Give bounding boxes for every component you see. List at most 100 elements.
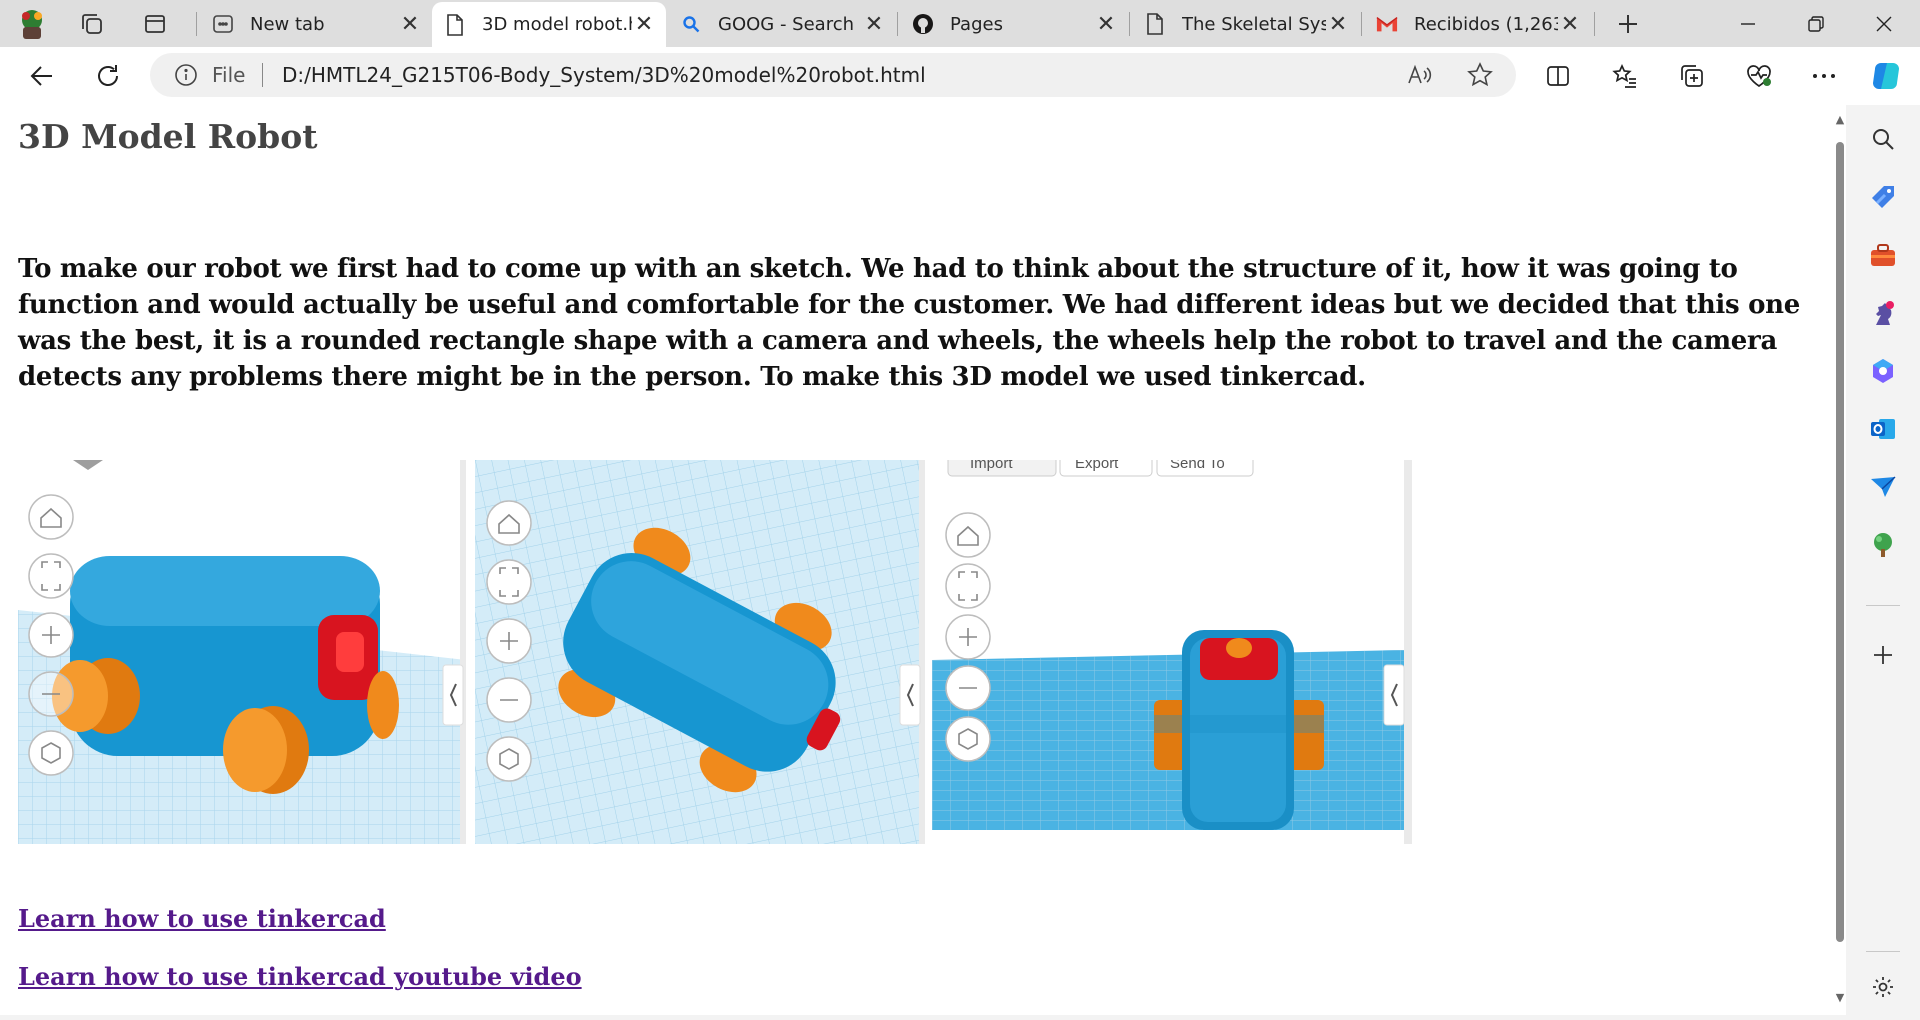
workspaces-icon <box>82 14 102 34</box>
close-icon[interactable]: ✕ <box>862 12 886 37</box>
favorite-star-icon[interactable] <box>1464 59 1496 91</box>
vertical-tabs-icon <box>145 15 165 33</box>
new-tab-page-icon <box>213 15 233 33</box>
minimize-icon <box>1741 22 1755 25</box>
tab-title: New tab <box>250 13 325 35</box>
favorites-list-icon <box>1612 63 1636 88</box>
address-divider <box>262 63 263 87</box>
tinkercad-screenshot-1 <box>18 460 466 844</box>
restore-button[interactable] <box>1786 0 1846 47</box>
close-icon[interactable]: ✕ <box>632 12 656 37</box>
refresh-button[interactable] <box>88 56 128 96</box>
tab-title: 3D model robot.html <box>482 14 632 35</box>
tab-separator <box>1129 12 1130 36</box>
sidebar-copilot-365-button[interactable] <box>1863 351 1903 391</box>
page-scrollbar[interactable]: ▲ ▼ <box>1834 112 1846 1010</box>
tinkercad-toolbar: Import Export Send To <box>947 460 1254 477</box>
collections-button[interactable] <box>1672 56 1712 96</box>
window-bottom-edge <box>0 1015 1846 1020</box>
split-screen-button[interactable] <box>1538 56 1578 96</box>
send-to-button: Send To <box>1170 460 1225 472</box>
browser-essentials-button[interactable] <box>1739 56 1779 96</box>
profile-button[interactable] <box>14 6 50 42</box>
collections-icon <box>1681 65 1703 87</box>
toolbox-icon <box>1871 244 1895 266</box>
sidebar-games-button[interactable] <box>1863 293 1903 333</box>
tab-3d-model-robot[interactable]: 3D model robot.html ✕ <box>432 2 666 47</box>
tab-new-tab[interactable]: New tab ✕ <box>200 4 432 44</box>
sidebar-tools-button[interactable] <box>1863 235 1903 275</box>
workspaces-button[interactable] <box>74 6 110 42</box>
address-url[interactable]: D:/HMTL24_G215T06-Body_System/3D%20model… <box>282 63 926 87</box>
tab-separator <box>1594 12 1595 36</box>
search-icon <box>1873 129 1894 150</box>
more-horizontal-icon <box>1813 74 1835 78</box>
browser-toolbar: File D:/HMTL24_G215T06-Body_System/3D%20… <box>0 47 1920 105</box>
scroll-down-arrow-icon[interactable]: ▼ <box>1834 992 1846 1004</box>
minimize-button[interactable] <box>1718 0 1778 47</box>
sidebar-send-button[interactable] <box>1863 467 1903 507</box>
paper-plane-icon <box>1871 476 1896 497</box>
tab-title: Pages <box>950 13 1003 35</box>
copilot-icon <box>1873 63 1899 89</box>
split-screen-icon <box>1547 66 1569 86</box>
site-info-icon[interactable] <box>174 63 198 91</box>
tab-separator <box>1361 12 1362 36</box>
sidebar-separator <box>1866 605 1900 606</box>
close-icon[interactable]: ✕ <box>1558 12 1582 37</box>
tab-gmail[interactable]: Recibidos (1,263) ✕ <box>1364 4 1592 44</box>
copilot-button[interactable] <box>1866 56 1906 96</box>
sidebar-search-button[interactable] <box>1863 119 1903 159</box>
address-bar[interactable]: File D:/HMTL24_G215T06-Body_System/3D%20… <box>150 53 1516 97</box>
back-arrow-icon <box>30 66 52 86</box>
tab-actions-button[interactable] <box>137 6 173 42</box>
shopping-tag-icon <box>1872 186 1894 208</box>
sidebar-shopping-button[interactable] <box>1863 177 1903 217</box>
chess-piece-icon <box>1876 301 1894 325</box>
sidebar-tree-button[interactable] <box>1863 525 1903 565</box>
tab-separator <box>897 12 898 36</box>
new-tab-button[interactable] <box>1610 6 1646 42</box>
read-aloud-icon[interactable] <box>1404 59 1436 91</box>
back-button[interactable] <box>22 56 62 96</box>
close-icon[interactable]: ✕ <box>1094 12 1118 37</box>
address-scheme-label: File <box>212 63 246 87</box>
scroll-up-arrow-icon[interactable]: ▲ <box>1834 114 1846 126</box>
tab-skeletal-system[interactable]: The Skeletal System ✕ <box>1132 4 1360 44</box>
gear-icon <box>1873 977 1893 997</box>
tab-title: Recibidos (1,263) <box>1414 13 1558 35</box>
file-icon <box>447 13 463 36</box>
tinkercad-tutorial-link[interactable]: Learn how to use tinkercad <box>18 904 386 933</box>
sidebar-settings-button[interactable] <box>1863 967 1903 1007</box>
tinkercad-youtube-link[interactable]: Learn how to use tinkercad youtube video <box>18 962 582 991</box>
sidebar-add-button[interactable] <box>1863 635 1903 675</box>
edge-sidebar <box>1846 105 1920 1020</box>
restore-icon <box>1808 15 1824 32</box>
heart-pulse-icon <box>1747 65 1771 88</box>
tree-icon <box>1874 533 1892 557</box>
settings-and-more-button[interactable] <box>1804 56 1844 96</box>
tab-github-pages[interactable]: Pages ✕ <box>900 4 1128 44</box>
tab-strip: New tab ✕ 3D model robot.html ✕ GOOG - S… <box>0 0 1920 47</box>
outlook-icon <box>1871 419 1895 439</box>
page-paragraph: To make our robot we first had to come u… <box>18 254 1800 392</box>
close-window-button[interactable] <box>1854 0 1914 47</box>
tinkercad-screenshot-2 <box>475 460 925 844</box>
profile-avatar-icon <box>22 10 42 39</box>
close-icon[interactable]: ✕ <box>398 12 422 37</box>
page-viewport: 3D Model Robot To make our robot we firs… <box>0 105 1846 1015</box>
gmail-icon <box>1376 17 1398 32</box>
github-icon <box>913 14 933 34</box>
tab-goog-search[interactable]: GOOG - Search ✕ <box>668 4 896 44</box>
favorites-button[interactable] <box>1605 56 1645 96</box>
tab-separator <box>196 12 197 36</box>
sidebar-outlook-button[interactable] <box>1863 409 1903 449</box>
export-button: Export <box>1075 460 1119 472</box>
scroll-thumb[interactable] <box>1836 142 1844 942</box>
tab-title: The Skeletal System <box>1182 13 1326 35</box>
microsoft-365-icon <box>1873 359 1893 383</box>
page-title: 3D Model Robot <box>18 117 318 156</box>
close-icon <box>1876 16 1892 31</box>
sidebar-separator <box>1866 951 1900 952</box>
close-icon[interactable]: ✕ <box>1326 12 1350 37</box>
